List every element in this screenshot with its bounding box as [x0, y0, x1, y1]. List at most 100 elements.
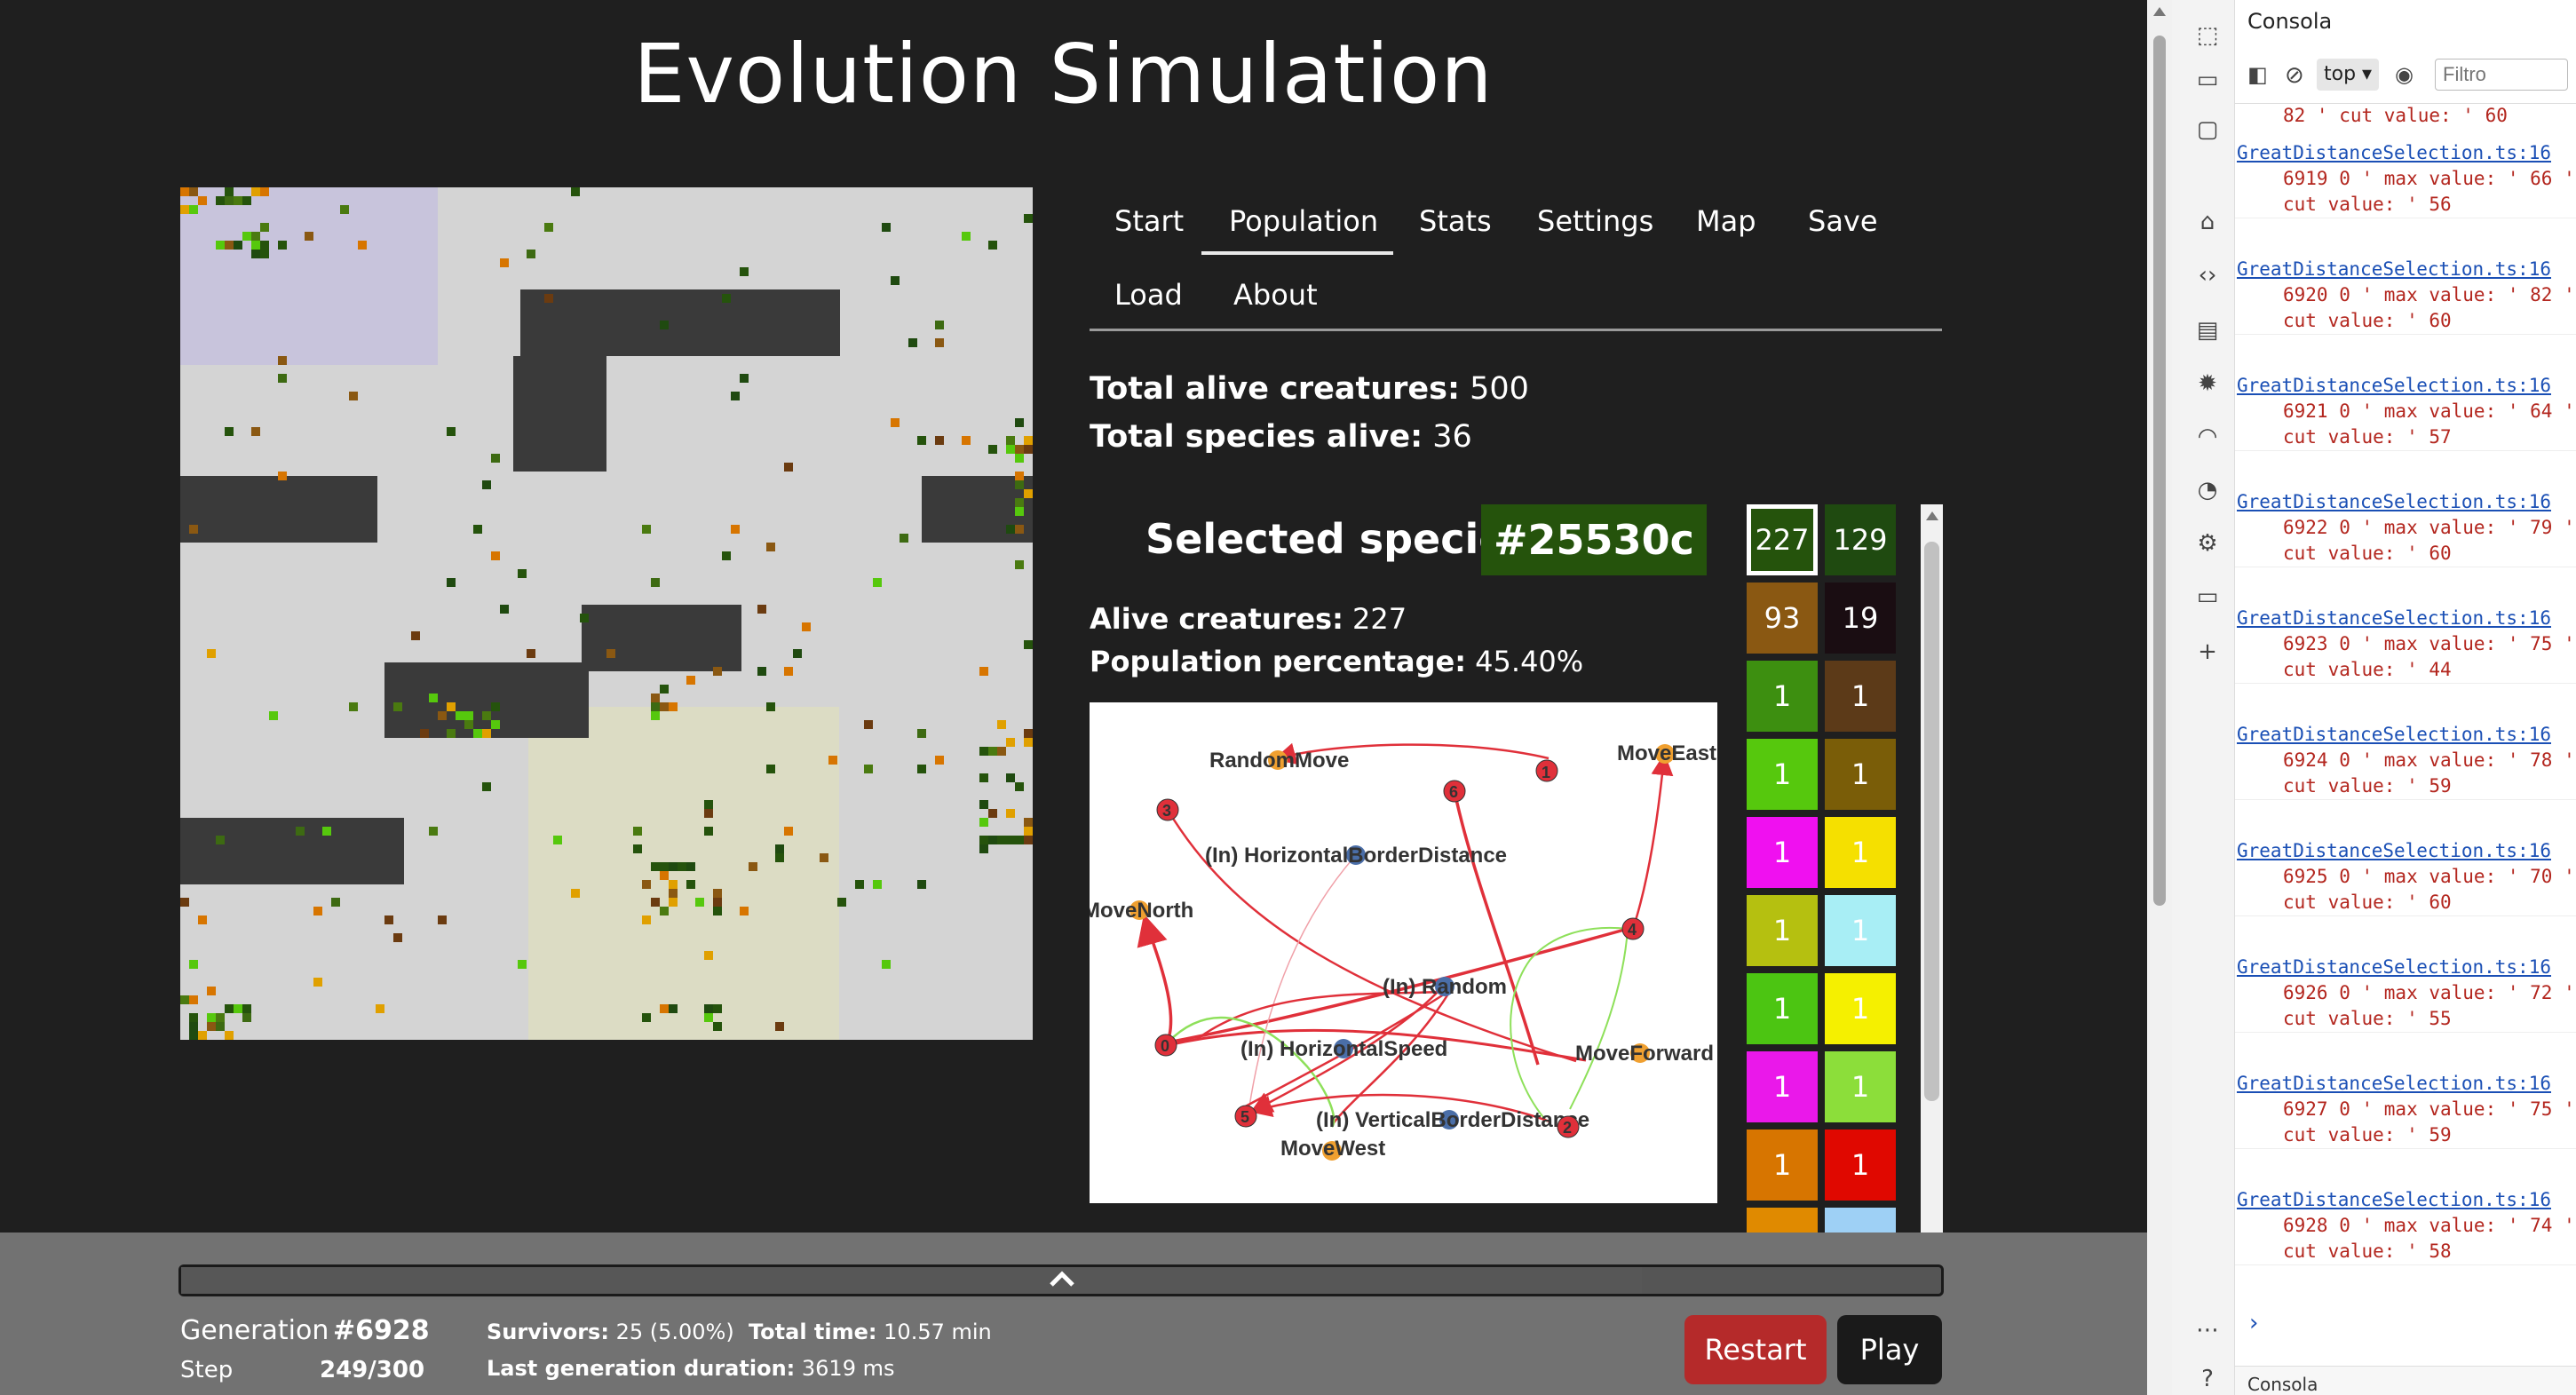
- context-select[interactable]: top ▾: [2317, 59, 2380, 91]
- wall: [180, 818, 404, 884]
- log-text: 6919 0 ' max value: ' 66 ' cut value: ' …: [2283, 168, 2575, 215]
- log-source-link[interactable]: GreatDistanceSelection.ts:16: [2235, 489, 2576, 515]
- application-icon[interactable]: ▭: [2192, 581, 2223, 613]
- survivors-label: Survivors:: [487, 1320, 609, 1344]
- tab-stats[interactable]: Stats: [1419, 204, 1492, 238]
- node-label: 3: [1162, 802, 1171, 820]
- species-tile[interactable]: 1: [1825, 1129, 1896, 1201]
- wall: [384, 662, 589, 738]
- network-icon[interactable]: ◠: [2192, 421, 2223, 453]
- log-text: 6920 0 ' max value: ' 82 ' cut value: ' …: [2283, 284, 2575, 331]
- log-text: 6925 0 ' max value: ' 70 ' cut value: ' …: [2283, 866, 2575, 913]
- node-label: 5: [1240, 1108, 1249, 1126]
- species-tile[interactable]: 1: [1747, 973, 1818, 1044]
- device-toolbar-icon[interactable]: ▭: [2192, 64, 2223, 96]
- graph-svg: RandomMove 1 MoveEast 3 6 (In) Horizonta…: [1090, 741, 1716, 1161]
- species-tile[interactable]: 129: [1825, 504, 1896, 575]
- console-log-entry: 82 ' cut value: ' 60: [2235, 103, 2576, 129]
- log-source-link[interactable]: GreatDistanceSelection.ts:16: [2235, 838, 2576, 864]
- drawer-tab-console[interactable]: Consola: [2247, 1374, 2318, 1395]
- species-tile[interactable]: 1: [1747, 661, 1818, 732]
- species-tile[interactable]: 227: [1747, 504, 1818, 575]
- species-tile[interactable]: 1: [1825, 739, 1896, 810]
- wall: [180, 476, 377, 543]
- node-label: (In) HorizontalBorderDistance: [1205, 844, 1507, 868]
- species-tile[interactable]: 1: [1747, 1051, 1818, 1122]
- species-tile[interactable]: 93: [1747, 583, 1818, 654]
- species-tile[interactable]: 19: [1825, 583, 1896, 654]
- tab-about[interactable]: About: [1233, 278, 1318, 312]
- generation-value: #6928: [333, 1315, 430, 1346]
- total-time-stat: Total time: 10.57 min: [749, 1320, 992, 1344]
- log-source-link[interactable]: GreatDistanceSelection.ts:16: [2235, 955, 2576, 980]
- active-tab-indicator: [1201, 251, 1393, 255]
- alive-creatures-label: Alive creatures:: [1090, 602, 1343, 636]
- live-expression-icon[interactable]: ◉: [2395, 62, 2414, 87]
- node-label: RandomMove: [1209, 749, 1349, 773]
- species-tile[interactable]: 1: [1825, 661, 1896, 732]
- node-label: 1: [1542, 764, 1550, 781]
- node-label: MoveWest: [1280, 1137, 1385, 1161]
- total-alive-value: 500: [1470, 371, 1529, 407]
- more-icon[interactable]: ⋯: [2192, 1314, 2223, 1346]
- console-prompt-icon[interactable]: ›: [2249, 1310, 2258, 1336]
- population-percentage-label: Population percentage:: [1090, 645, 1466, 678]
- console-log-entry: GreatDistanceSelection.ts:16 6924 0 ' max…: [2235, 722, 2576, 800]
- browser-icon[interactable]: ▢: [2192, 114, 2223, 146]
- performance-icon[interactable]: ◔: [2192, 474, 2223, 506]
- log-source-link[interactable]: GreatDistanceSelection.ts:16: [2235, 1187, 2576, 1213]
- page-scrollbar-thumb[interactable]: [2153, 36, 2166, 906]
- console-title: Consola: [2247, 9, 2333, 34]
- settings-icon[interactable]: ⚙: [2192, 527, 2223, 559]
- restart-button[interactable]: Restart: [1684, 1315, 1827, 1384]
- species-tile[interactable]: [1747, 1208, 1818, 1233]
- species-alive-label: Total species alive:: [1090, 419, 1423, 455]
- species-tile[interactable]: 1: [1747, 817, 1818, 888]
- node-label: 0: [1161, 1037, 1169, 1055]
- inspect-icon[interactable]: ⬚: [2192, 20, 2223, 52]
- debugger-icon[interactable]: ✹: [2192, 368, 2223, 400]
- tab-save[interactable]: Save: [1808, 204, 1878, 238]
- log-source-link[interactable]: GreatDistanceSelection.ts:16: [2235, 140, 2576, 166]
- species-scrollbar-thumb[interactable]: [1924, 542, 1939, 1101]
- devtools-panel: ⬚ ▭ ▢ ⌂ ‹› ▤ ✹ ◠ ◔ ⚙ ▭ + ⋯ ? Consola ◧ ⊘…: [2147, 0, 2576, 1395]
- species-tile[interactable]: [1825, 1208, 1896, 1233]
- alive-creatures-stat: Alive creatures: 227: [1090, 602, 1407, 636]
- log-text: 6928 0 ' max value: ' 74 ' cut value: ' …: [2283, 1215, 2575, 1262]
- species-tile[interactable]: 1: [1825, 1051, 1896, 1122]
- tab-population[interactable]: Population: [1229, 204, 1378, 238]
- species-tile[interactable]: 1: [1825, 973, 1896, 1044]
- sidebar-toggle-icon[interactable]: ◧: [2247, 62, 2268, 87]
- species-tile[interactable]: 1: [1747, 739, 1818, 810]
- tab-start[interactable]: Start: [1114, 204, 1184, 238]
- tab-settings[interactable]: Settings: [1537, 204, 1653, 238]
- log-source-link[interactable]: GreatDistanceSelection.ts:16: [2235, 606, 2576, 631]
- home-icon[interactable]: ⌂: [2192, 206, 2223, 238]
- add-tool-icon[interactable]: +: [2192, 636, 2223, 668]
- tab-load[interactable]: Load: [1114, 278, 1183, 312]
- scroll-up-icon[interactable]: [2153, 7, 2166, 16]
- log-source-link[interactable]: GreatDistanceSelection.ts:16: [2235, 257, 2576, 282]
- species-grid: 227 129 93 19 1 1 1 1 1 1 1 1 1 1 1 1 1 1: [1747, 504, 1898, 1233]
- log-text: 6922 0 ' max value: ' 79 ' cut value: ' …: [2283, 517, 2575, 564]
- neural-network-graph[interactable]: RandomMove 1 MoveEast 3 6 (In) Horizonta…: [1090, 702, 1717, 1203]
- clear-console-icon[interactable]: ⊘: [2285, 62, 2304, 89]
- species-tile[interactable]: 1: [1825, 817, 1896, 888]
- scroll-up-icon[interactable]: [1926, 511, 1938, 520]
- species-tile[interactable]: 1: [1825, 895, 1896, 966]
- species-tile[interactable]: 1: [1747, 1129, 1818, 1201]
- tab-map[interactable]: Map: [1696, 204, 1756, 238]
- log-source-link[interactable]: GreatDistanceSelection.ts:16: [2235, 1071, 2576, 1097]
- log-text: 6926 0 ' max value: ' 72 ' cut value: ' …: [2283, 982, 2575, 1029]
- elements-icon[interactable]: ‹›: [2192, 259, 2223, 291]
- filter-input[interactable]: [2435, 59, 2568, 91]
- species-tile[interactable]: 1: [1747, 895, 1818, 966]
- log-source-link[interactable]: GreatDistanceSelection.ts:16: [2235, 373, 2576, 399]
- play-button[interactable]: Play: [1837, 1315, 1942, 1384]
- chevron-up-icon[interactable]: [1046, 1265, 1078, 1294]
- simulation-canvas[interactable]: [180, 187, 1033, 1040]
- console-icon[interactable]: ▤: [2192, 314, 2223, 346]
- help-icon[interactable]: ?: [2192, 1363, 2223, 1395]
- log-source-link[interactable]: GreatDistanceSelection.ts:16: [2235, 722, 2576, 748]
- console-log-entry: GreatDistanceSelection.ts:16 6922 0 ' max…: [2235, 489, 2576, 567]
